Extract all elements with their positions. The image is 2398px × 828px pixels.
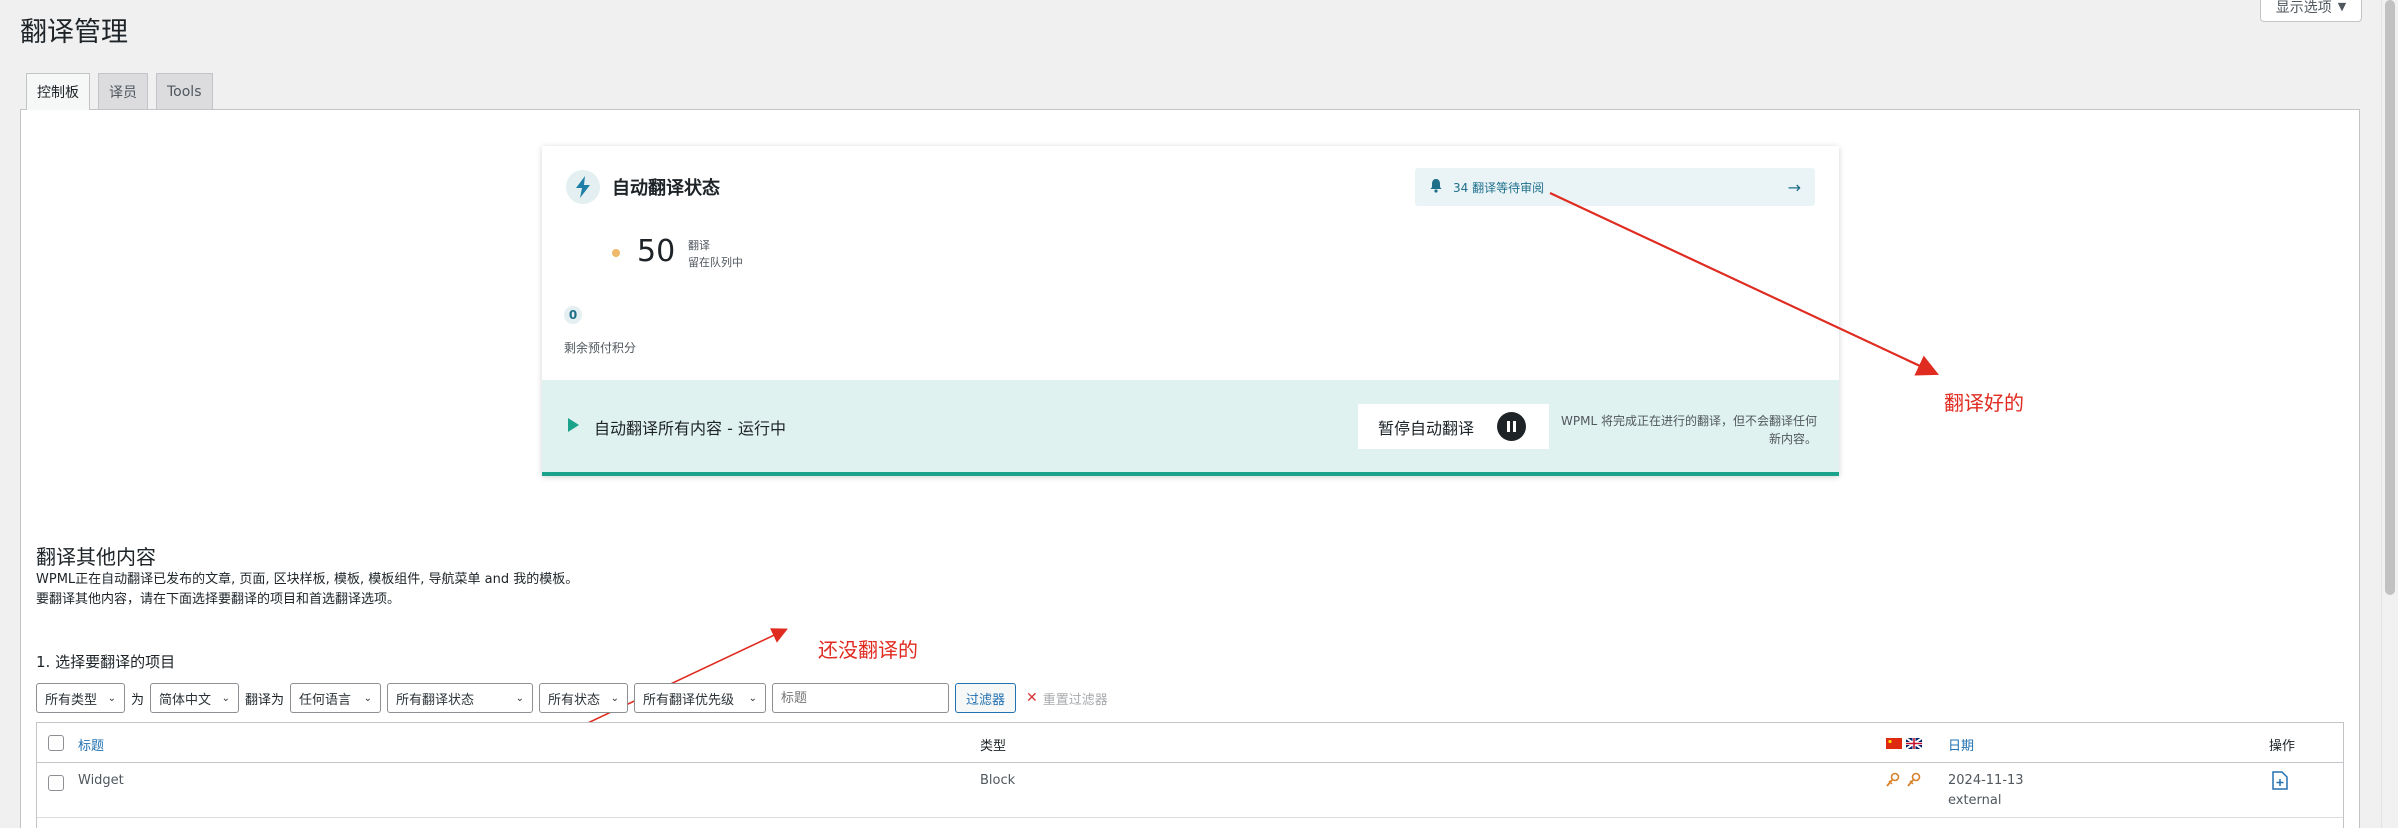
review-notification-link[interactable]: 34 翻译等待审阅 → (1415, 168, 1815, 206)
tab-bar: 控制板 译员 Tools (26, 73, 213, 110)
page-title: 翻译管理 (20, 17, 128, 48)
pause-icon (1497, 412, 1526, 441)
row-date: 2024-11-13 (1948, 773, 2024, 788)
section-title: 翻译其他内容 (36, 545, 156, 569)
chinese-flag-icon (1886, 738, 1902, 749)
tab-translators[interactable]: 译员 (98, 73, 148, 109)
caret-down-icon: ▼ (2337, 0, 2347, 13)
annotation-untranslated: 还没翻译的 (818, 638, 918, 662)
translation-status-icon[interactable] (1885, 772, 1901, 792)
queue-label-line-2: 留在队列中 (688, 256, 743, 269)
reset-filters-label: 重置过滤器 (1042, 692, 1108, 708)
status-value: 所有状态 (548, 692, 601, 708)
pause-note: WPML 将完成正在进行的翻译，但不会翻译任何 新内容。 (1557, 412, 1817, 448)
target-language-select[interactable]: 任何语言 ⌄ (290, 683, 382, 713)
queue-status-dot (612, 249, 620, 257)
translation-status-icon[interactable] (1906, 772, 1922, 792)
step-title: 1. 选择要翻译的项目 (36, 653, 176, 671)
title-search-input[interactable] (772, 683, 950, 713)
credits-label: 剩余预付积分 (564, 341, 637, 355)
chevron-down-icon: ⌄ (610, 692, 620, 704)
row-type: Block (980, 773, 1016, 788)
for-label: 为 (131, 692, 145, 708)
translate-to-label: 翻译为 (245, 692, 285, 708)
chevron-down-icon: ⌄ (515, 692, 525, 704)
source-language-select[interactable]: 简体中文 ⌄ (150, 683, 240, 713)
column-date[interactable]: 日期 (1948, 735, 1974, 754)
translation-status-value: 所有翻译状态 (396, 692, 475, 708)
table-row: Widget Block 2024-11-13 external (37, 763, 2343, 818)
queue-count-label: 翻译 留在队列中 (688, 237, 743, 271)
priority-select[interactable]: 所有翻译优先级 ⌄ (634, 683, 767, 713)
lightning-icon (566, 170, 600, 204)
queue-label-line-1: 翻译 (688, 239, 710, 252)
auto-translation-card: 自动翻译状态 34 翻译等待审阅 → 50 翻译 留在队列中 0 剩余预付积分 … (542, 146, 1839, 476)
source-language-value: 简体中文 (159, 692, 212, 708)
auto-translation-status-text: 自动翻译所有内容 - 运行中 (594, 419, 786, 438)
column-type: 类型 (980, 739, 1007, 754)
select-all-checkbox[interactable] (48, 735, 64, 751)
status-select[interactable]: 所有状态 ⌄ (539, 683, 629, 713)
column-title[interactable]: 标题 (78, 735, 104, 754)
bell-icon (1429, 178, 1443, 196)
table-header: 标题 类型 日期 操作 (37, 723, 2343, 763)
target-language-value: 任何语言 (299, 692, 352, 708)
tab-dashboard[interactable]: 控制板 (26, 73, 90, 110)
chevron-down-icon: ⌄ (363, 692, 373, 704)
column-actions: 操作 (2269, 739, 2296, 754)
add-translation-icon[interactable] (2272, 771, 2288, 794)
pause-note-line-1: WPML 将完成正在进行的翻译，但不会翻译任何 (1561, 414, 1817, 428)
card-title: 自动翻译状态 (612, 178, 720, 199)
row-title: Widget (78, 773, 124, 788)
pause-button-label: 暂停自动翻译 (1378, 418, 1475, 438)
pause-auto-translation-button[interactable]: 暂停自动翻译 (1358, 404, 1549, 449)
uk-flag-icon (1906, 738, 1922, 749)
reset-filters-link[interactable]: ✕ 重置过滤器 (1026, 689, 1108, 708)
section-description-line-1: WPML正在自动翻译已发布的文章, 页面, 区块样板, 模板, 模板组件, 导航… (36, 572, 579, 587)
type-select[interactable]: 所有类型 ⌄ (36, 683, 125, 713)
page-scrollbar[interactable] (2381, 0, 2398, 828)
screen-options-button[interactable]: 显示选项 ▼ (2260, 0, 2362, 22)
play-icon (568, 418, 579, 432)
review-notification-text: 34 翻译等待审阅 (1453, 180, 1545, 195)
arrow-right-icon: → (1787, 177, 1801, 197)
chevron-down-icon: ⌄ (748, 692, 758, 704)
screen-options-label: 显示选项 (2275, 0, 2332, 16)
auto-translation-status-bar: 自动翻译所有内容 - 运行中 暂停自动翻译 WPML 将完成正在进行的翻译，但不… (542, 380, 1839, 472)
filter-bar: 所有类型 ⌄ 为 简体中文 ⌄ 翻译为 任何语言 ⌄ 所有翻译状态 ⌄ 所有状态 ⌄ 所有… (36, 683, 1108, 713)
pause-note-line-2: 新内容。 (1768, 432, 1817, 446)
credits-count: 0 (564, 306, 582, 324)
type-select-value: 所有类型 (45, 692, 98, 708)
section-description: WPML正在自动翻译已发布的文章, 页面, 区块样板, 模板, 模板组件, 导航… (36, 570, 578, 610)
chevron-down-icon: ⌄ (221, 692, 231, 704)
close-icon: ✕ (1026, 690, 1038, 706)
queue-count: 50 (637, 234, 676, 269)
filter-button[interactable]: 过滤器 (955, 683, 1017, 713)
chevron-down-icon: ⌄ (107, 692, 116, 704)
translation-status-select[interactable]: 所有翻译状态 ⌄ (387, 683, 534, 713)
priority-value: 所有翻译优先级 (643, 692, 735, 708)
row-checkbox[interactable] (48, 775, 64, 791)
scrollbar-thumb[interactable] (2385, 0, 2395, 595)
row-source: external (1948, 793, 2002, 808)
tab-tools[interactable]: Tools (156, 73, 213, 109)
items-table: 标题 类型 日期 操作 Widget Block 2024-11-13 exte… (36, 722, 2344, 828)
annotation-translated: 翻译好的 (1944, 391, 2024, 415)
section-description-line-2: 要翻译其他内容，请在下面选择要翻译的项目和首选翻译选项。 (36, 592, 401, 607)
